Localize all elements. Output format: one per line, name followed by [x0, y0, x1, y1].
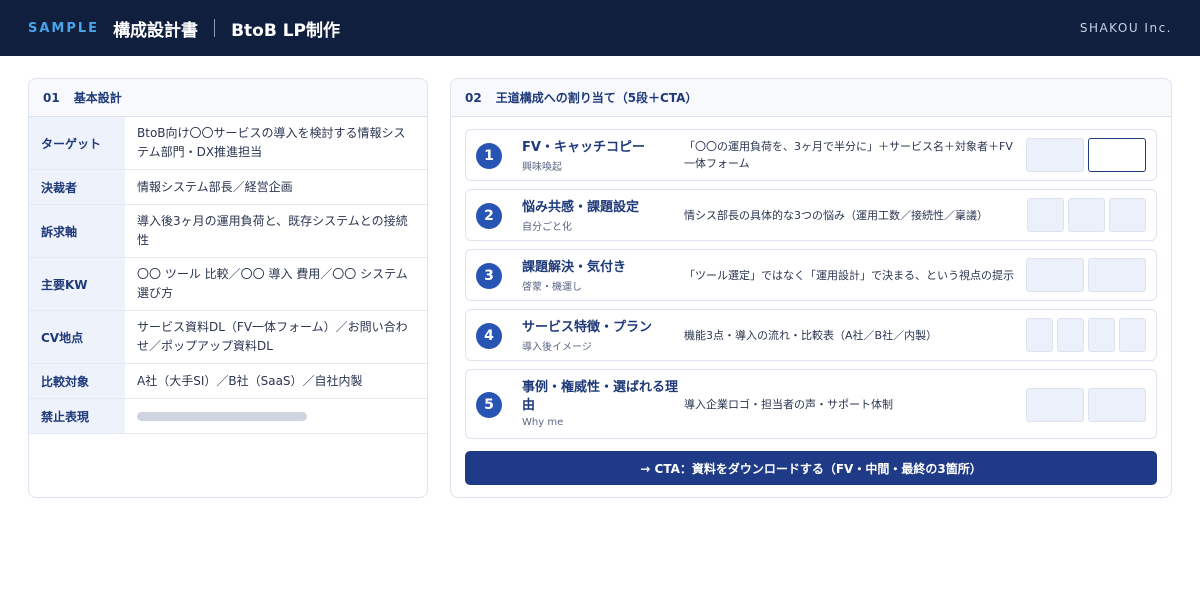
wireframe-thumbs: [1026, 138, 1146, 172]
row-comparison: 比較対象 A社（大手SI）／B社（SaaS）／自社内製: [29, 364, 427, 399]
section-card-cases: 5 事例・権威性・選ばれる理由 Why me 導入企業ロゴ・担当者の声・サポート…: [465, 369, 1157, 439]
wireframe-thumbs: [1027, 198, 1146, 232]
section-card-title: 事例・権威性・選ばれる理由: [522, 380, 679, 413]
section-card-description: 「〇〇の運用負荷を、3ヶ月で半分に」＋サービス名＋対象者＋FV一体フォーム: [684, 140, 1013, 170]
section-number-badge: 1: [476, 143, 502, 169]
row-appeal-axis: 訴求軸 導入後3ヶ月の運用負荷と、既存システムとの接続性: [29, 205, 427, 258]
wireframe-thumbs: [1026, 388, 1146, 422]
row-decision-maker: 決裁者 情報システム部長／経営企画: [29, 170, 427, 205]
row-key: 比較対象: [29, 364, 125, 398]
project-name: BtoB LP制作: [231, 20, 340, 41]
row-value: BtoB向け〇〇サービスの導入を検討する情報システム部門・DX推進担当: [137, 126, 406, 159]
wireframe-thumb: [1119, 318, 1146, 352]
row-target: ターゲット BtoB向け〇〇サービスの導入を検討する情報システム部門・DX推進担…: [29, 117, 427, 170]
top-bar: SAMPLE 構成設計書 BtoB LP制作 SHAKOU Inc.: [0, 0, 1200, 56]
row-value: [125, 399, 427, 433]
section-card-description: 導入企業ロゴ・担当者の声・サポート体制: [684, 398, 893, 411]
section-card-subtitle: 啓蒙・機運し: [522, 282, 582, 293]
structure-panel: 02 王道構成への割り当て（5段＋CTA） 1 FV・キャッチコピー 興味喚起 …: [450, 78, 1172, 498]
section-card-description: 機能3点・導入の流れ・比較表（A社／B社／内製）: [684, 329, 938, 342]
section-card-description: 「ツール選定」ではなく「運用設計」で決まる、という視点の提示: [684, 269, 1014, 282]
wireframe-thumb-form: [1088, 138, 1146, 172]
cta-download-button[interactable]: → CTA：資料をダウンロードする（FV・中間・最終の3箇所）: [465, 451, 1157, 485]
section-card-solution: 3 課題解決・気付き 啓蒙・機運し 「ツール選定」ではなく「運用設計」で決まる、…: [465, 249, 1157, 301]
wireframe-thumbs: [1026, 258, 1146, 292]
title-divider: [214, 19, 216, 37]
section-number-badge: 3: [476, 263, 502, 289]
row-value: サービス資料DL（FV一体フォーム）／お問い合わせ／ポップアップ資料DL: [137, 320, 408, 353]
section-card-subtitle: 興味喚起: [522, 162, 562, 173]
section-number-badge: 2: [476, 203, 502, 229]
row-value: 導入後3ヶ月の運用負荷と、既存システムとの接続性: [137, 214, 408, 247]
wireframe-thumb: [1026, 318, 1053, 352]
wireframe-thumb: [1057, 318, 1084, 352]
row-key: CV地点: [29, 311, 125, 363]
wireframe-thumb: [1109, 198, 1146, 232]
wireframe-thumbs: [1026, 318, 1146, 352]
section-card-description: 情シス部長の具体的な3つの悩み（運用工数／接続性／稟議）: [684, 209, 988, 222]
wireframe-thumb: [1026, 138, 1084, 172]
section-title: 王道構成への割り当て（5段＋CTA）: [495, 91, 698, 105]
section-card-title: 課題解決・気付き: [522, 260, 627, 275]
section-card-pain: 2 悩み共感・課題設定 自分ごと化 情シス部長の具体的な3つの悩み（運用工数／接…: [465, 189, 1157, 241]
row-key: 決裁者: [29, 170, 125, 204]
section-card-title: FV・キャッチコピー: [522, 140, 645, 155]
section-title: 基本設計: [73, 91, 122, 105]
wireframe-thumb: [1088, 258, 1146, 292]
wireframe-thumb: [1088, 318, 1115, 352]
section-card-features: 4 サービス特徴・プラン 導入後イメージ 機能3点・導入の流れ・比較表（A社／B…: [465, 309, 1157, 361]
basic-design-panel: 01 基本設計 ターゲット BtoB向け〇〇サービスの導入を検討する情報システム…: [28, 78, 428, 498]
redacted-placeholder: [137, 411, 307, 421]
section-card-title: サービス特徴・プラン: [522, 320, 653, 335]
wireframe-thumb: [1026, 388, 1084, 422]
section-number-badge: 5: [476, 392, 502, 418]
row-key: 訴求軸: [29, 205, 125, 257]
row-main-keywords: 主要KW 〇〇 ツール 比較／〇〇 導入 費用／〇〇 システム 選び方: [29, 258, 427, 311]
section-number-badge: 4: [476, 323, 502, 349]
row-prohibited-expressions: 禁止表現: [29, 399, 427, 434]
wireframe-thumb: [1088, 388, 1146, 422]
section-card-title: 悩み共感・課題設定: [522, 200, 640, 215]
section-card-subtitle: Why me: [522, 417, 564, 428]
row-value: 〇〇 ツール 比較／〇〇 導入 費用／〇〇 システム 選び方: [137, 267, 408, 300]
basic-design-header: 01 基本設計: [29, 79, 427, 117]
section-card-subtitle: 自分ごと化: [522, 222, 572, 233]
company-name: SHAKOU Inc.: [1079, 21, 1172, 35]
sample-label: SAMPLE: [28, 20, 100, 36]
structure-header: 02 王道構成への割り当て（5段＋CTA）: [451, 79, 1171, 117]
section-number: 02: [465, 90, 482, 105]
row-value: 情報システム部長／経営企画: [137, 179, 293, 194]
row-cv-point: CV地点 サービス資料DL（FV一体フォーム）／お問い合わせ／ポップアップ資料D…: [29, 311, 427, 364]
section-card-subtitle: 導入後イメージ: [522, 342, 592, 353]
row-key: 主要KW: [29, 258, 125, 310]
wireframe-thumb: [1026, 258, 1084, 292]
row-value: A社（大手SI）／B社（SaaS）／自社内製: [137, 373, 363, 388]
row-key: 禁止表現: [29, 399, 125, 433]
wireframe-thumb: [1068, 198, 1105, 232]
document-title: 構成設計書: [113, 20, 199, 41]
row-key: ターゲット: [29, 117, 125, 169]
wireframe-thumb: [1027, 198, 1064, 232]
section-number: 01: [43, 90, 60, 105]
section-card-fv: 1 FV・キャッチコピー 興味喚起 「〇〇の運用負荷を、3ヶ月で半分に」＋サービ…: [465, 129, 1157, 181]
